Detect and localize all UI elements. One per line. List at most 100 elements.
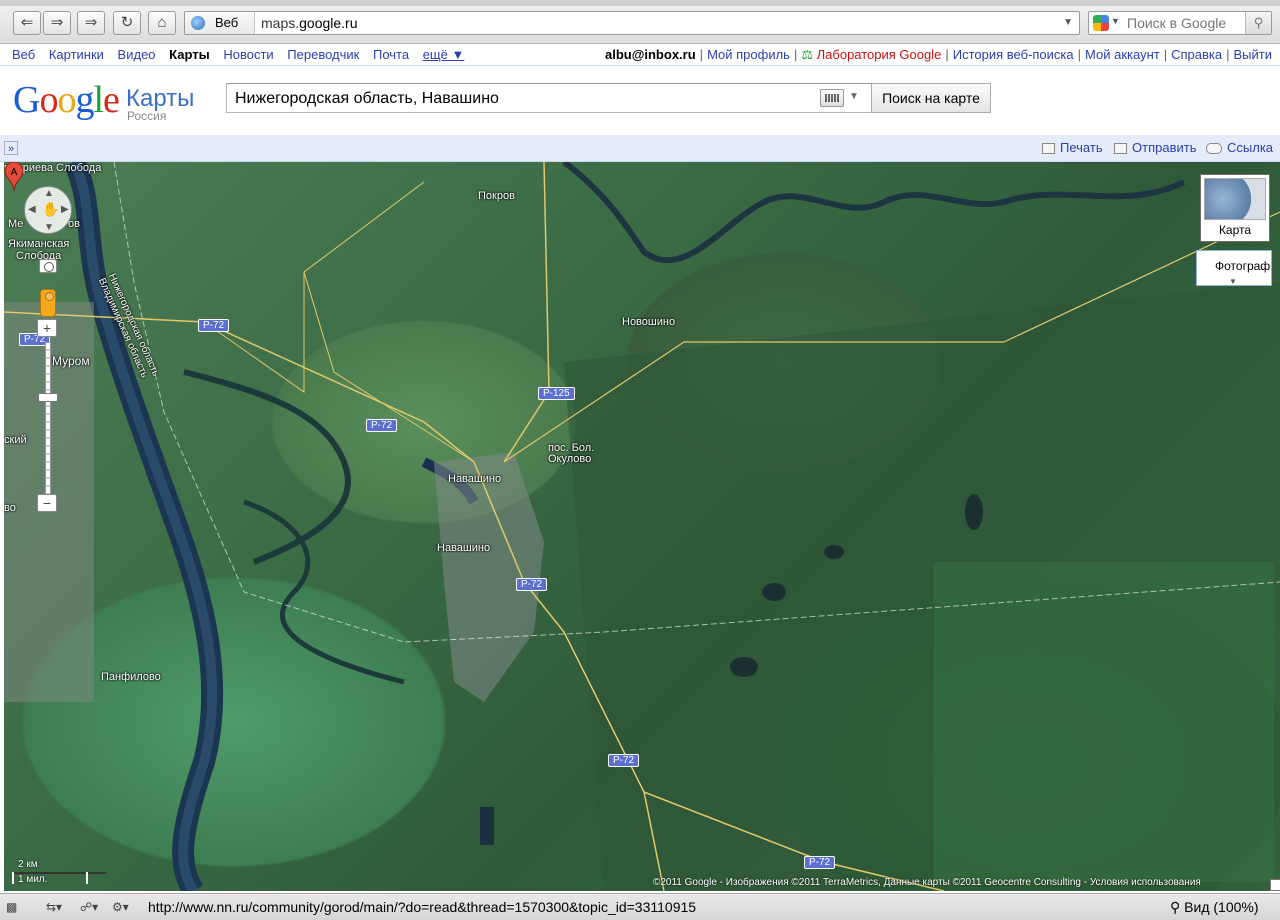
marker-letter: A xyxy=(11,167,18,178)
search-scope-button[interactable]: Веб xyxy=(185,12,255,34)
scale-km: 2 км xyxy=(18,859,38,870)
page-zoom-control[interactable]: ⚲ Вид (100%) xyxy=(1170,899,1259,916)
photos-label: Фотографии xyxy=(1215,259,1271,273)
map-copyright: ©2011 Google - Изображения ©2011 TerraMe… xyxy=(653,877,1201,888)
link-my-account[interactable]: Мой аккаунт xyxy=(1085,47,1160,62)
location-marker-icon[interactable]: A xyxy=(4,162,24,192)
gbar-link-maps: Карты xyxy=(169,47,210,62)
keyboard-dropdown-icon[interactable]: ▼ xyxy=(849,91,859,102)
keyboard-icon[interactable] xyxy=(820,89,844,107)
status-bar: ▩ ⇆▾ ☍▾ ⚙▾ http://www.nn.ru/community/go… xyxy=(0,893,1280,920)
reload-icon[interactable]: ↻ xyxy=(113,11,141,35)
link-web-history[interactable]: История веб-поиска xyxy=(953,47,1074,62)
address-bar[interactable]: Веб maps.google.ru ▼ xyxy=(184,11,1080,35)
hand-icon: ✋ xyxy=(42,201,60,217)
road-shield-r72: Р-72 xyxy=(516,578,548,591)
pan-right-icon[interactable]: ▶ xyxy=(61,204,69,215)
scale-miles: 1 мил. xyxy=(18,874,48,885)
link-google-labs[interactable]: Лаборатория Google xyxy=(817,47,942,62)
zoom-in-button[interactable]: + xyxy=(37,319,57,337)
sidebar-toggle-icon[interactable]: ▩ xyxy=(6,900,32,914)
google-search-engine-icon[interactable] xyxy=(1093,15,1109,31)
envelope-icon xyxy=(1114,143,1127,154)
pan-left-icon[interactable]: ◀ xyxy=(28,204,36,215)
zoom-label: Вид (100%) xyxy=(1184,899,1259,915)
back-icon[interactable]: ⇐ xyxy=(13,11,41,35)
place-novoshino: Новошино xyxy=(622,316,676,328)
url-domain: google.ru xyxy=(299,15,358,31)
place-skiy: ский xyxy=(4,434,27,446)
gbar-link-mail[interactable]: Почта xyxy=(373,47,409,62)
link-my-profile[interactable]: Мой профиль xyxy=(707,47,790,62)
pan-down-icon[interactable]: ▼ xyxy=(44,222,54,233)
place-pokrov: Покров xyxy=(478,190,515,202)
expand-panel-icon[interactable]: » xyxy=(4,141,18,155)
road-shield-r72: Р-72 xyxy=(366,419,398,432)
printer-icon xyxy=(1042,143,1055,154)
gbar-link-images[interactable]: Картинки xyxy=(49,47,104,62)
map-search-input[interactable]: Нижегородская область, Навашино xyxy=(226,83,872,113)
road-shield-r72: Р-72 xyxy=(198,319,230,332)
search-icon[interactable]: ⚲ xyxy=(1245,12,1271,34)
road-shield-r72: Р-72 xyxy=(804,856,836,869)
place-mel: Ме xyxy=(8,218,24,230)
maps-header: Google Карты Россия Нижегородская област… xyxy=(0,67,1280,135)
search-map-button[interactable]: Поиск на карте xyxy=(871,83,991,113)
resize-corner-icon[interactable] xyxy=(1270,879,1280,891)
link-sign-out[interactable]: Выйти xyxy=(1234,47,1273,62)
forward-history-icon[interactable]: ⇒ xyxy=(77,11,105,35)
place-navashino-marker: Навашино xyxy=(448,473,502,485)
zoom-icon: ⚲ xyxy=(1170,899,1181,915)
send-label: Отправить xyxy=(1132,140,1197,155)
street-view-pegman-icon[interactable] xyxy=(40,289,56,317)
pan-up-icon[interactable]: ▲ xyxy=(44,188,54,199)
scale-bar: 2 км 1 мил. xyxy=(12,859,116,887)
browser-search-box[interactable]: ▼ Поиск в Google ⚲ xyxy=(1088,11,1272,35)
google-logo[interactable]: Google xyxy=(13,78,120,122)
place-yakimanskaya-sloboda: Якиманская Слобода xyxy=(8,238,70,262)
zoom-slider-handle[interactable] xyxy=(38,393,58,402)
zoom-out-button[interactable]: − xyxy=(37,494,57,512)
map-canvas[interactable]: митриева Слобода Ме ов Якиманская Слобод… xyxy=(4,162,1280,891)
gbar-link-translate[interactable]: Переводчик xyxy=(287,47,359,62)
engine-dropdown-icon[interactable]: ▼ xyxy=(1111,16,1120,26)
place-murom: Муром xyxy=(52,354,90,368)
chevron-down-icon[interactable]: ▼ xyxy=(1229,277,1237,286)
link-help[interactable]: Справка xyxy=(1171,47,1222,62)
search-placeholder: Поиск в Google xyxy=(1127,15,1227,31)
photos-layer-button[interactable]: Фотографии ▼ xyxy=(1196,250,1272,286)
forward-icon[interactable]: ⇒ xyxy=(43,11,71,35)
reset-view-icon[interactable] xyxy=(39,259,57,273)
tab-strip xyxy=(0,0,1280,6)
sync-icon[interactable]: ⇆▾ xyxy=(46,900,72,914)
place-bol-okulovo: пос. Бол. Окулово xyxy=(548,442,595,465)
home-icon[interactable]: ⌂ xyxy=(148,11,176,35)
status-url: http://www.nn.ru/community/gorod/main/?d… xyxy=(148,899,697,915)
pan-control[interactable]: ▲ ▼ ◀ ▶ ✋ xyxy=(24,186,72,234)
url-prefix: maps. xyxy=(261,15,300,31)
print-link[interactable]: Печать xyxy=(1042,140,1103,155)
link-label: Ссылка xyxy=(1227,140,1274,155)
google-bar: Веб Картинки Видео Карты Новости Перевод… xyxy=(0,44,1280,66)
map-type-button[interactable]: Карта xyxy=(1200,174,1270,242)
user-email: albu@inbox.ru xyxy=(604,47,696,62)
send-link[interactable]: Отправить xyxy=(1114,140,1196,155)
gbar-link-news[interactable]: Новости xyxy=(223,47,273,62)
zoom-slider-track[interactable] xyxy=(45,342,51,500)
address-text[interactable]: maps.google.ru xyxy=(261,12,358,34)
map-search-value: Нижегородская область, Навашино xyxy=(235,90,499,107)
gbar-more[interactable]: ещё ▼ xyxy=(423,47,465,62)
network-icon[interactable]: ☍▾ xyxy=(80,900,106,914)
gbar-link-web[interactable]: Веб xyxy=(12,47,35,62)
world-map-thumbnail xyxy=(1204,178,1266,220)
service-links: Веб Картинки Видео Карты Новости Перевод… xyxy=(12,47,474,62)
map-type-label: Карта xyxy=(1218,223,1252,237)
gbar-link-video[interactable]: Видео xyxy=(118,47,156,62)
address-dropdown-icon[interactable]: ▼ xyxy=(1063,12,1073,34)
map-link-bar: » Печать Отправить Ссылка xyxy=(0,135,1280,162)
globe-icon xyxy=(191,16,205,30)
settings-icon[interactable]: ⚙▾ xyxy=(112,900,138,914)
link-link[interactable]: Ссылка xyxy=(1206,140,1273,155)
chain-link-icon xyxy=(1206,143,1222,154)
account-links: albu@inbox.ru | Мой профиль | ⚖ Лаборатория … xyxy=(604,47,1273,62)
